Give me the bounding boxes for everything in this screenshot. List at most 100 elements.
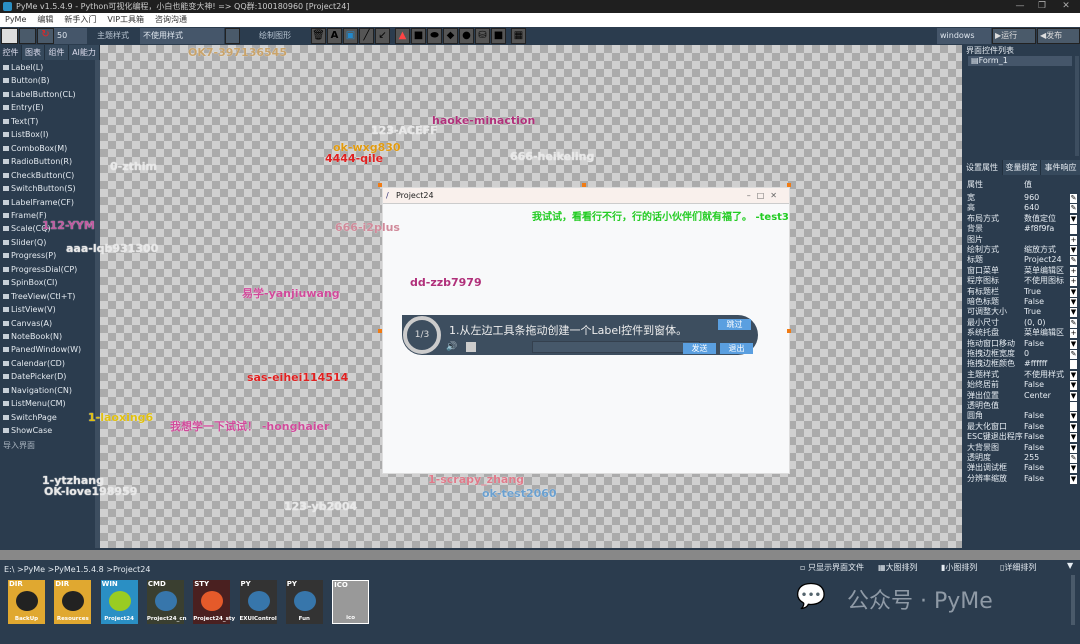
color-swatch[interactable] [1070,225,1077,235]
rect-tool-icon[interactable]: ■ [411,28,426,44]
widget-item[interactable]: ProgressDial(CP) [3,265,77,274]
widget-item[interactable]: RadioButton(R) [3,157,72,166]
widget-item[interactable]: Label(L) [3,63,43,72]
property-row[interactable]: 程序图标 不使用图标 + [967,276,1077,287]
publish-button[interactable]: ◀发布 [1037,28,1080,44]
property-row[interactable]: 最大化窗口 False ▼ [967,422,1077,432]
property-value[interactable]: False [1024,422,1044,432]
property-value[interactable]: #ffffff [1024,359,1047,369]
property-value[interactable]: 960 [1024,193,1039,203]
property-row[interactable]: 拖拽边框宽度 0 ✎ [967,349,1077,359]
property-row[interactable]: ESC键退出程序 False ▼ [967,432,1077,443]
widget-item[interactable]: CheckButton(C) [3,171,74,180]
resize-handle[interactable] [787,329,791,333]
tab-ai[interactable]: AI能力 [69,45,100,60]
chat-input[interactable] [532,341,700,353]
property-row[interactable]: 分辨率缩放 False ▼ [967,474,1077,484]
property-row[interactable]: 宽 960 ✎ [967,193,1077,203]
property-row[interactable]: 窗口菜单 菜单编辑区 + [967,266,1077,276]
property-row[interactable]: 拖拽边框颜色 #ffffff [967,359,1077,370]
preview-icon[interactable] [225,28,240,44]
property-value[interactable]: False [1024,432,1044,442]
widget-item[interactable]: Text(T) [3,117,38,126]
property-row[interactable]: 主题样式 不使用样式 ▼ [967,370,1077,380]
widget-item[interactable]: Slider(Q) [3,238,46,247]
dropdown-icon[interactable]: ▼ [1070,246,1077,255]
dropdown-icon[interactable]: ▼ [1070,422,1077,432]
color-swatch[interactable] [1070,360,1077,370]
add-icon[interactable]: + [1070,329,1077,339]
widget-item[interactable]: PanedWindow(W) [3,345,81,354]
arrow-tool-icon[interactable]: ↙ [375,28,390,44]
dropdown-icon[interactable]: ▼ [1070,443,1077,453]
property-value[interactable]: False [1024,463,1044,473]
widget-item[interactable]: Progress(P) [3,251,56,260]
property-row[interactable]: 弹出调试框 False ▼ [967,463,1077,474]
run-button[interactable]: ▶运行 [992,28,1036,44]
property-value[interactable]: 0 [1024,349,1029,359]
add-icon[interactable]: + [1070,266,1077,276]
property-row[interactable]: 背景 #f8f9fa [967,224,1077,235]
property-value[interactable]: False [1024,297,1044,307]
tree-scrollbar[interactable] [1075,56,1079,156]
file-item[interactable]: CMD Project24_cn [146,580,187,624]
widget-item[interactable]: Button(B) [3,76,50,85]
dropdown-icon[interactable]: ▼ [1070,339,1077,349]
bottom-scrollbar[interactable] [1071,575,1075,625]
property-value[interactable]: #f8f9fa [1024,224,1054,234]
dropdown-icon[interactable]: ▼ [1070,298,1077,307]
zoom-input[interactable]: 50 [54,28,87,44]
tab-events[interactable]: 事件响应 [1041,160,1080,175]
image-draw-icon[interactable]: ▣ [343,28,358,44]
skip-button[interactable]: 跳过 [718,319,751,330]
widget-item[interactable]: LabelButton(CL) [3,90,76,99]
cylinder-tool-icon[interactable]: ⛁ [475,28,490,44]
file-item[interactable]: PY Fun [285,580,323,624]
close-button[interactable]: ✕ [1054,0,1078,13]
text-tool-icon[interactable]: A [327,28,342,44]
exit-button[interactable]: 退出 [720,343,753,354]
dropdown-arrow-icon[interactable]: ▼ [1067,561,1073,570]
property-value[interactable]: True [1024,287,1041,297]
property-value[interactable]: 缩放方式 [1024,245,1056,255]
edit-icon[interactable]: ✎ [1070,350,1077,359]
widget-item[interactable]: Navigation(CN) [3,386,72,395]
grid-tool-icon[interactable]: ▦ [511,28,526,44]
property-row[interactable]: 透明度 255 ✎ [967,453,1077,463]
dropdown-icon[interactable]: ▼ [1070,308,1077,318]
property-value[interactable]: Center [1024,391,1051,401]
image-tool-icon[interactable] [19,28,36,44]
property-row[interactable]: 可调整大小 True ▼ [967,307,1077,318]
trash-icon[interactable]: 🗑 [311,28,326,44]
triangle-tool-icon[interactable]: ▲ [395,28,410,44]
ellipse-tool-icon[interactable]: ⬬ [427,28,442,44]
widget-item[interactable]: Frame(F) [3,211,47,220]
property-row[interactable]: 透明色值 [967,401,1077,411]
property-row[interactable]: 布局方式 数值定位 ▼ [967,214,1077,224]
circle-tool-icon[interactable]: ● [459,28,474,44]
widget-item[interactable]: ListBox(I) [3,130,48,139]
dropdown-icon[interactable]: ▼ [1070,412,1077,422]
widget-item[interactable]: SpinBox(CI) [3,278,58,287]
menu-consult[interactable]: 咨询沟通 [155,15,187,24]
widget-item[interactable]: NoteBook(N) [3,332,62,341]
tree-item-form[interactable]: ▤Form_1 [968,56,1072,66]
panel-splitter[interactable] [0,550,1080,560]
property-row[interactable]: 系统托盘 菜单编辑区 + [967,328,1077,339]
property-value[interactable]: 不使用样式 [1024,370,1064,380]
only-ui-checkbox[interactable]: ▫ 只显示界面文件 [800,562,864,573]
tab-properties[interactable]: 设置属性 [962,160,1003,175]
property-value[interactable]: False [1024,443,1044,453]
widget-item[interactable]: TreeView(Ctl+T) [3,292,75,301]
edit-icon[interactable]: ✎ [1070,256,1077,266]
property-row[interactable]: 标题 Project24 ✎ [967,255,1077,266]
file-item[interactable]: DIR Resources [54,580,92,624]
property-row[interactable]: 图片 + [967,235,1077,245]
edit-icon[interactable]: ✎ [1070,318,1077,328]
widget-item[interactable]: SwitchButton(S) [3,184,76,193]
property-value[interactable]: False [1024,474,1044,484]
line-tool-icon[interactable]: ╱ [359,28,374,44]
maximize-button[interactable]: ❐ [1030,0,1054,13]
minimize-button[interactable]: — [1008,0,1032,13]
property-value[interactable]: False [1024,380,1044,390]
